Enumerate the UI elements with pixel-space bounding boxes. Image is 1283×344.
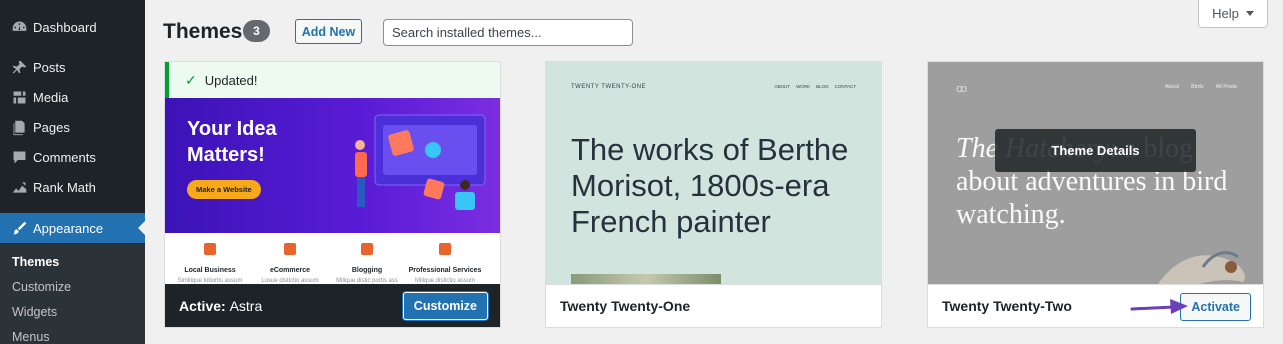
sidebar-item-media[interactable]: Media	[0, 82, 145, 112]
theme-name: Astra	[229, 297, 263, 314]
astra-preview-cta: Make a Website	[187, 180, 261, 199]
tt2-nav-item: About	[1164, 84, 1180, 90]
tt1-nav-item: WORK	[796, 84, 811, 89]
feature-title: Local Business	[184, 267, 236, 274]
sidebar-item-posts[interactable]: Posts	[0, 52, 145, 82]
help-button[interactable]: Help	[1198, 0, 1268, 28]
feature-ecommerce: eCommerce Lusue distictio assum	[250, 243, 330, 284]
tt2-logo: ꝏ	[956, 83, 968, 95]
tt1-nav-item: BLOG	[816, 84, 829, 89]
paintbrush-icon	[9, 218, 29, 238]
rank-math-icon	[9, 177, 29, 197]
person-icon	[439, 243, 451, 255]
pencil-icon	[361, 243, 373, 255]
theme-footer: Twenty Twenty-One	[546, 284, 881, 327]
tt1-preview: TWENTY TWENTY-ONE ABOUT WORK BLOG CONTAC…	[546, 62, 881, 286]
tt1-nav-item: CONTACT	[834, 84, 856, 89]
sidebar-item-comments[interactable]: Comments	[0, 142, 145, 172]
active-prefix: Active:	[179, 297, 226, 314]
sidebar-item-label: Rank Math	[33, 179, 96, 195]
media-icon	[9, 87, 29, 107]
sidebar-item-label: Dashboard	[33, 19, 97, 35]
theme-name: Twenty Twenty-Two	[942, 298, 1072, 314]
cart-icon	[284, 243, 296, 255]
annotation-arrow-icon	[1130, 299, 1188, 314]
sidebar-item-rank-math[interactable]: Rank Math	[0, 172, 145, 202]
feature-local-business: Local Business Similique lobortis assum	[170, 243, 250, 284]
admin-sidebar: Dashboard Posts Media Pages Comments Ran…	[0, 0, 145, 344]
tt1-nav: ABOUT WORK BLOG CONTACT	[775, 84, 856, 89]
caret-down-icon	[1245, 11, 1254, 16]
sidebar-item-label: Posts	[33, 59, 66, 75]
submenu-item-customize[interactable]: Customize	[12, 280, 71, 294]
help-label: Help	[1212, 6, 1239, 21]
appearance-submenu: Themes Customize Widgets Menus	[0, 244, 145, 344]
comments-icon	[9, 147, 29, 167]
pin-icon	[9, 57, 29, 77]
tt2-nav-item: Birds	[1191, 84, 1204, 90]
page-title: Themes	[163, 20, 243, 43]
theme-footer: Active: Astra Customize	[165, 284, 500, 327]
submenu-item-themes[interactable]: Themes	[12, 255, 59, 269]
theme-card-twenty-twenty-two[interactable]: ꝏ About Birds All Posts The Hatchery: a …	[927, 61, 1264, 328]
updated-notice-text: Updated!	[204, 72, 258, 88]
sidebar-item-label: Pages	[33, 119, 70, 135]
tt2-nav: About Birds All Posts	[1165, 84, 1237, 90]
activate-button[interactable]: Activate	[1180, 293, 1251, 321]
sidebar-item-dashboard[interactable]: Dashboard	[0, 12, 145, 42]
theme-card-twenty-twenty-one[interactable]: TWENTY TWENTY-ONE ABOUT WORK BLOG CONTAC…	[545, 61, 882, 328]
theme-count-badge: 3	[243, 20, 270, 42]
add-new-button[interactable]: Add New	[295, 19, 362, 44]
theme-details-button[interactable]: Theme Details	[995, 129, 1196, 172]
submenu-item-menus[interactable]: Menus	[12, 330, 50, 344]
astra-preview-headline: Your Idea Matters!	[187, 118, 277, 166]
check-icon: ✓	[185, 71, 197, 88]
feature-blogging: Blogging Milique distic portis ass	[327, 243, 407, 284]
tt1-headline: The works of Berthe Morisot, 1800s-era F…	[571, 132, 849, 239]
sidebar-item-label: Appearance	[33, 220, 104, 236]
submenu-item-widgets[interactable]: Widgets	[12, 305, 57, 319]
tt1-nav-item: ABOUT	[774, 84, 791, 89]
tt2-nav-item: All Posts	[1215, 84, 1237, 90]
search-input[interactable]	[383, 19, 633, 46]
feature-professional-services: Professional Services Milique distictio …	[405, 243, 485, 284]
store-icon	[204, 243, 216, 255]
sidebar-item-pages[interactable]: Pages	[0, 112, 145, 142]
sidebar-item-label: Media	[33, 89, 69, 105]
dashboard-icon	[9, 17, 29, 37]
customize-button[interactable]: Customize	[402, 292, 488, 320]
sidebar-item-appearance[interactable]: Appearance	[0, 213, 145, 243]
tt1-site-title: TWENTY TWENTY-ONE	[571, 84, 647, 90]
theme-name: Twenty Twenty-One	[560, 298, 691, 314]
theme-card-astra[interactable]: ✓ Updated! Your Idea Matters! Make a Web…	[164, 61, 501, 328]
astra-illustration	[355, 114, 486, 210]
feature-title: Blogging	[351, 267, 383, 274]
tt2-preview: ꝏ About Birds All Posts The Hatchery: a …	[928, 62, 1263, 297]
feature-title: Professional Services	[408, 267, 482, 274]
sidebar-item-label: Comments	[33, 149, 96, 165]
updated-notice: ✓ Updated!	[165, 62, 500, 98]
pages-icon	[9, 117, 29, 137]
astra-preview-hero: Your Idea Matters! Make a Website	[165, 98, 500, 233]
theme-footer: Twenty Twenty-Two Activate	[928, 284, 1263, 327]
feature-title: eCommerce	[269, 267, 311, 274]
